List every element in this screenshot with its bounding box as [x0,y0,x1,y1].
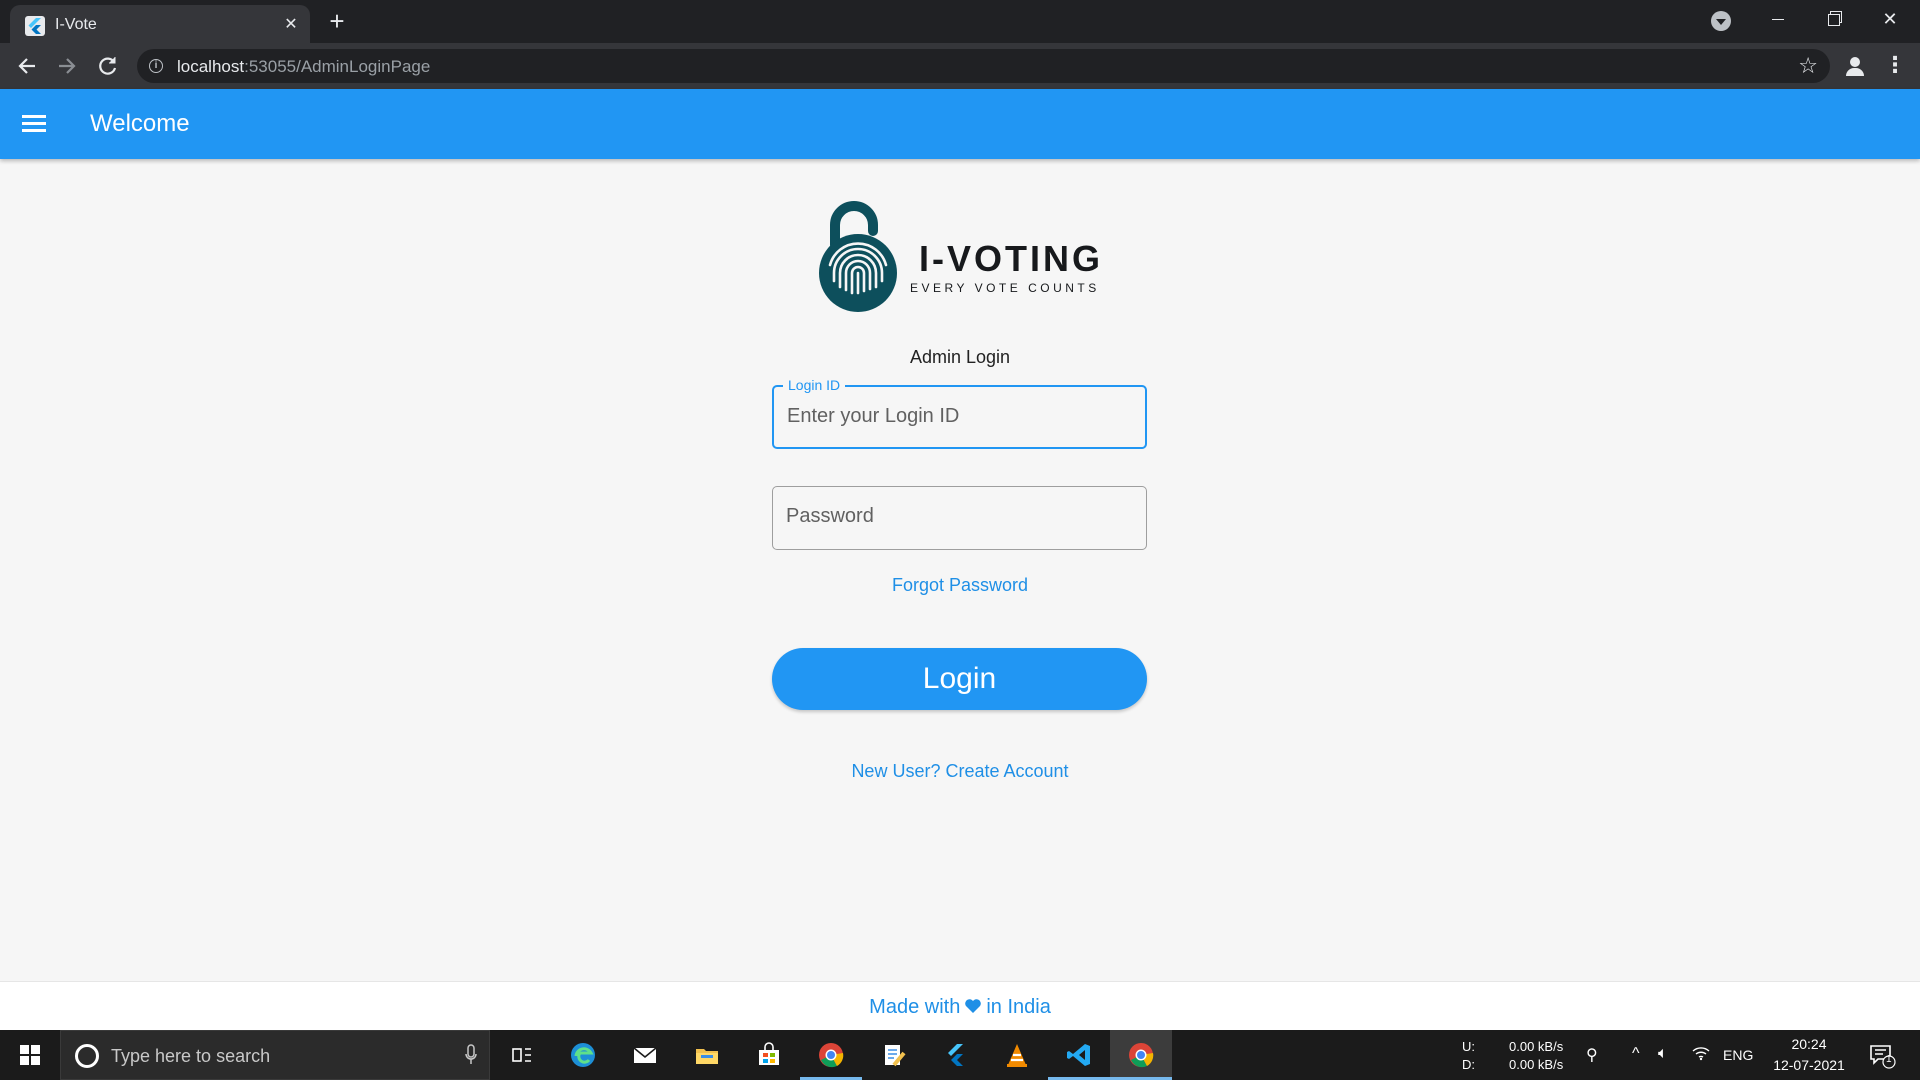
file-explorer-icon[interactable] [676,1030,738,1080]
fingerprint-lock-icon [819,201,897,312]
task-view-icon[interactable] [490,1030,552,1080]
windows-taskbar: Type here to search U: D: 0.00 kB/s 0.00… [0,1030,1920,1080]
forgot-password-link[interactable]: Forgot Password [892,575,1028,595]
volume-icon[interactable]: 🔈︎ [1658,1045,1668,1063]
flutter-icon [25,16,45,36]
language-indicator[interactable]: ENG [1723,1047,1753,1063]
url-path: :53055/AdminLoginPage [244,57,431,76]
browser-menu-icon[interactable]: ⋮ [1880,51,1910,81]
flutter-app-icon[interactable] [924,1030,986,1080]
footer-in-india: in India [986,996,1051,1018]
forward-arrow-icon[interactable] [52,51,82,81]
network-speed-monitor: U: D: 0.00 kB/s 0.00 kB/s [1462,1030,1582,1080]
footer: Made with in India [0,981,1920,1030]
back-arrow-icon[interactable] [12,51,42,81]
login-id-input[interactable] [787,401,1127,431]
browser-tabstrip: I-Vote ✕ + ✕ [0,0,1920,43]
bookmark-star-icon[interactable]: ☆ [1798,53,1818,79]
download-label: D: [1462,1057,1475,1072]
forgot-password-row: Forgot Password [0,575,1920,596]
upload-label: U: [1462,1039,1475,1054]
chrome-active-icon[interactable] [1110,1030,1172,1080]
create-account-row: New User? Create Account [0,761,1920,782]
admin-login-heading: Admin Login [909,347,1011,367]
password-field[interactable] [772,486,1147,550]
footer-made-with: Made with [869,996,961,1018]
address-bar[interactable]: i localhost:53055/AdminLoginPage ☆ [137,49,1830,83]
taskbar-search-box[interactable]: Type here to search [60,1030,490,1080]
login-button[interactable]: Login [772,648,1147,710]
microsoft-store-icon[interactable] [738,1030,800,1080]
url-host: localhost [177,57,245,76]
login-id-label: Login ID [783,377,846,393]
upload-speed: 0.00 kB/s [1509,1039,1564,1054]
restore-button[interactable] [1806,0,1862,38]
app-bar-title: Welcome [90,110,190,137]
tab-close-icon[interactable]: ✕ [280,14,302,36]
download-speed: 0.00 kB/s [1509,1057,1564,1072]
profile-icon[interactable] [1840,51,1870,81]
hamburger-menu-icon[interactable] [22,113,48,135]
vlc-icon[interactable] [986,1030,1048,1080]
clock-date: 12-07-2021 [1773,1057,1845,1073]
password-input[interactable] [786,501,1126,531]
footer-text: Made with in India [869,996,1051,1019]
clock[interactable]: 20:24 12-07-2021 [1762,1030,1856,1080]
microphone-icon[interactable] [465,1044,477,1066]
mail-icon[interactable] [614,1030,676,1080]
reload-icon[interactable] [93,51,123,81]
browser-toolbar: i localhost:53055/AdminLoginPage ☆ ⋮ [0,43,1920,89]
notepad-icon[interactable] [862,1030,924,1080]
people-icon[interactable]: ⚲ [1586,1045,1598,1065]
minimize-button[interactable] [1750,0,1806,38]
clock-time: 20:24 [1791,1036,1827,1052]
wifi-icon[interactable] [1692,1045,1710,1066]
tab-search-icon[interactable] [1711,11,1731,31]
i-voting-logo: I-VOTING EVERY VOTE COUNTS [818,195,1108,313]
tab-title: I-Vote [55,16,97,33]
action-center-icon[interactable]: 1 [1868,1041,1896,1069]
new-tab-button[interactable]: + [322,7,352,37]
app-bar: Welcome [0,89,1920,159]
chrome-icon[interactable] [800,1030,862,1080]
browser-tab[interactable]: I-Vote ✕ [10,5,310,43]
login-page: I-VOTING EVERY VOTE COUNTS Admin Login L… [0,159,1920,981]
heart-icon [965,999,982,1013]
cortana-icon[interactable] [75,1044,99,1068]
taskbar-search-placeholder: Type here to search [111,1046,271,1066]
login-id-field[interactable]: Login ID [772,377,1147,449]
show-hidden-icons-icon[interactable]: ^ [1632,1045,1640,1063]
info-icon[interactable]: i [149,59,163,73]
window-close-button[interactable]: ✕ [1862,0,1918,38]
url-text[interactable]: localhost:53055/AdminLoginPage [177,57,430,77]
logo-title: I-VOTING [919,238,1103,279]
notification-count: 1 [1886,1054,1892,1065]
edge-icon[interactable] [552,1030,614,1080]
vscode-icon[interactable] [1048,1030,1110,1080]
logo-tagline: EVERY VOTE COUNTS [910,281,1100,295]
create-account-link[interactable]: New User? Create Account [851,761,1068,781]
windows-start-icon[interactable] [0,1030,60,1080]
